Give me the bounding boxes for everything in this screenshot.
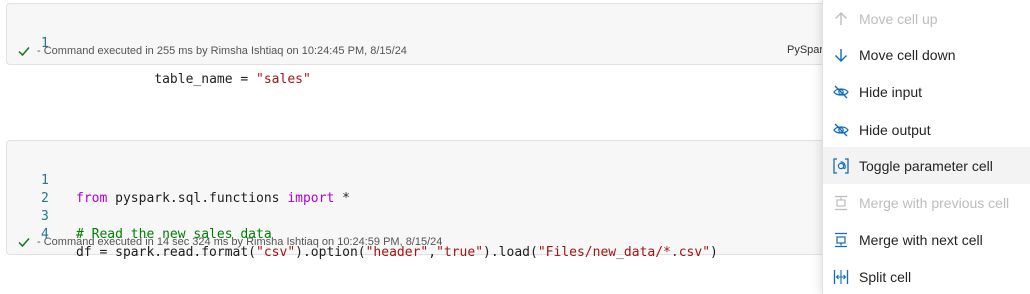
code-line: 1 table_name = "sales" <box>7 17 311 87</box>
menu-item-split-cell[interactable]: Split cell <box>823 258 1030 294</box>
parameter-icon <box>832 157 850 175</box>
menu-item-label: Hide input <box>859 83 923 100</box>
code-token: from <box>76 191 108 206</box>
menu-item-label: Toggle parameter cell <box>859 157 993 174</box>
cell-context-menu: Move cell up Move cell down Hide input H… <box>822 0 1030 294</box>
code-token: ).load( <box>483 245 538 260</box>
execution-status: - Command executed in 14 sec 324 ms by R… <box>17 235 442 249</box>
code-line: 4 df = spark.read.format("csv").option("… <box>7 208 718 260</box>
eye-off-icon <box>832 121 850 139</box>
merge-up-icon <box>832 194 850 212</box>
menu-item-label: Merge with previous cell <box>859 194 1010 211</box>
code-token: "sales" <box>256 72 311 87</box>
menu-item-toggle-parameter-cell[interactable]: Toggle parameter cell <box>823 147 1030 184</box>
menu-item-label: Split cell <box>859 268 912 285</box>
menu-item-merge-with-previous-cell[interactable]: Merge with previous cell <box>823 184 1030 221</box>
code-text: table_name = "sales" <box>76 53 311 107</box>
menu-item-move-cell-down[interactable]: Move cell down <box>823 36 1030 73</box>
merge-down-icon <box>832 231 850 249</box>
status-text: - Command executed in 14 sec 324 ms by R… <box>37 236 443 248</box>
menu-item-move-cell-up[interactable]: Move cell up <box>823 0 1030 37</box>
menu-item-label: Move cell up <box>859 10 938 27</box>
code-token: ) <box>710 245 718 260</box>
notebook-view: 1 table_name = "sales" - Command execute… <box>0 0 1030 294</box>
menu-item-merge-with-next-cell[interactable]: Merge with next cell <box>823 221 1030 258</box>
code-line: 2 <box>7 172 70 206</box>
code-line: 3 # Read the new sales data <box>7 190 272 242</box>
menu-item-label: Move cell down <box>859 46 956 63</box>
checkmark-icon <box>18 47 30 57</box>
execution-status: - Command executed in 255 ms by Rimsha I… <box>17 44 407 58</box>
code-token: pyspark.sql.functions <box>107 191 288 206</box>
code-token: import <box>287 191 335 206</box>
menu-item-hide-output[interactable]: Hide output <box>823 111 1030 148</box>
code-editor[interactable]: 1 table_name = "sales" <box>7 17 311 87</box>
split-icon <box>832 268 850 286</box>
arrow-up-icon <box>832 10 850 28</box>
menu-item-label: Merge with next cell <box>859 231 983 248</box>
menu-item-label: Hide output <box>859 121 931 138</box>
code-token: "true" <box>436 245 484 260</box>
code-token: "Files/new_data/*.csv" <box>537 245 711 260</box>
code-line: 1 from pyspark.sql.functions import * <box>7 154 350 206</box>
code-text: from pyspark.sql.functions import * <box>76 190 350 208</box>
arrow-down-icon <box>832 46 850 64</box>
status-text: - Command executed in 255 ms by Rimsha I… <box>37 45 407 57</box>
code-token: * <box>334 191 350 206</box>
eye-off-icon <box>832 83 850 101</box>
code-editor[interactable]: 1 from pyspark.sql.functions import * 2 … <box>7 154 718 260</box>
code-token: table_name = <box>154 72 257 87</box>
menu-item-hide-input[interactable]: Hide input <box>823 73 1030 110</box>
checkmark-icon <box>18 238 30 248</box>
